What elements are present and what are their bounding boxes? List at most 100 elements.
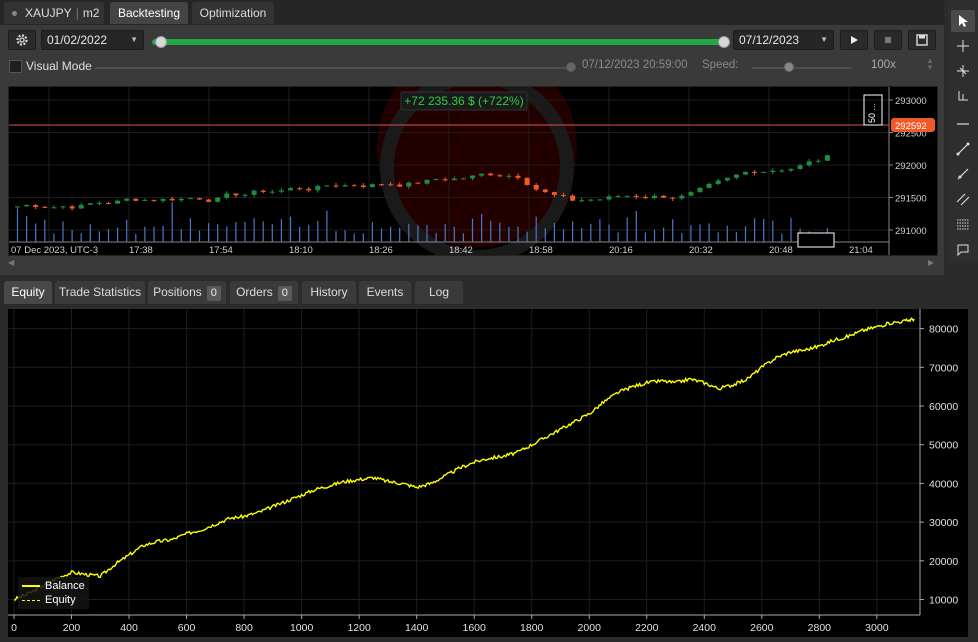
tab-equity[interactable]: Equity: [4, 281, 52, 304]
status-dot-icon: [12, 11, 17, 17]
price-chart-svg: 29300029250029200029150029100029259250 .…: [9, 87, 935, 256]
candle-body: [815, 160, 821, 162]
candle-body: [770, 170, 776, 172]
candle-body: [333, 185, 339, 187]
legend-item-equity: Equity: [22, 593, 85, 607]
candle-body: [142, 199, 148, 201]
channel-icon: [956, 193, 970, 206]
tab-history[interactable]: History: [302, 281, 356, 304]
crosshair-measure-tool[interactable]: [951, 60, 975, 82]
start-date-field[interactable]: 01/02/2022 ▼: [41, 30, 144, 50]
horizontal-line-tool[interactable]: [951, 113, 975, 135]
balance-line: [13, 317, 915, 601]
candle-body: [670, 197, 676, 199]
price-chart[interactable]: 293000 292500 292000 291500 291000 292592 50 .…: [8, 86, 938, 256]
period-slider[interactable]: [152, 39, 724, 45]
symbol-tab[interactable]: XAUJPY | m2: [4, 2, 104, 24]
candle-body: [679, 195, 685, 199]
drawing-toolbar: [948, 0, 978, 262]
candle-body: [87, 203, 93, 205]
scroll-left-icon[interactable]: ◀: [8, 258, 14, 267]
candle-body: [743, 171, 748, 175]
crosshair-tool[interactable]: [951, 35, 975, 57]
profit-label: +72 235.36 $ (+722%): [404, 94, 523, 108]
legend-label: Balance: [45, 580, 85, 592]
channel-tool[interactable]: [951, 188, 975, 210]
speed-spinner-icon[interactable]: ▲ ▼: [926, 57, 934, 72]
horizontal-line-icon: [957, 123, 969, 125]
end-date-field[interactable]: 07/12/2023 ▼: [733, 30, 834, 50]
save-button[interactable]: [908, 30, 936, 50]
candle-body: [588, 199, 594, 201]
start-date-value: 01/02/2022: [47, 33, 108, 47]
chart-horizontal-scrollbar[interactable]: ◀ ▶: [8, 258, 938, 270]
y-tick-label: 40000: [929, 478, 958, 490]
visual-progress-track[interactable]: [95, 67, 571, 69]
candle-body: [497, 175, 503, 177]
candle-body: [415, 182, 421, 184]
symbol-label: XAUJPY: [25, 6, 72, 20]
candle-body: [488, 173, 494, 176]
visual-progress-handle[interactable]: [566, 62, 576, 72]
candle-body: [542, 189, 548, 193]
orders-count-badge: 0: [277, 286, 292, 301]
trend-line-tool[interactable]: [951, 138, 975, 160]
candle-body: [297, 188, 303, 190]
speed-track[interactable]: [752, 67, 852, 69]
candle-body: [779, 170, 785, 172]
candle-body: [206, 199, 212, 202]
tab-optimization[interactable]: Optimization: [192, 2, 274, 24]
visual-mode-label: Visual Mode: [26, 59, 92, 73]
x-tick-label: 400: [120, 622, 138, 634]
floppy-icon: [916, 34, 928, 46]
play-button[interactable]: [840, 30, 868, 50]
x-tick-label: 1000: [290, 622, 314, 634]
time-tick-label: 18:26: [369, 245, 393, 256]
period-start-handle[interactable]: [155, 36, 167, 48]
candle-body: [124, 198, 130, 201]
crosshair-icon: [957, 40, 969, 52]
y-tick-label: 30000: [929, 517, 958, 529]
stop-button[interactable]: [874, 30, 902, 50]
time-tick-label: 17:54: [209, 245, 233, 256]
x-tick-label: 2800: [808, 622, 832, 634]
candle-body: [187, 198, 193, 200]
equity-chart[interactable]: 0 200 400 600 800 1000 1200 1400 1600 1800 2000 220…: [8, 309, 968, 637]
candle-body: [533, 184, 539, 190]
x-tick-label: 1600: [463, 622, 487, 634]
candle-body: [597, 199, 603, 201]
time-tick-label: 18:58: [529, 245, 553, 256]
candle-body: [761, 171, 767, 173]
candle-body: [797, 165, 803, 169]
tab-orders[interactable]: Orders 0: [230, 281, 298, 304]
ray-tool[interactable]: [951, 163, 975, 185]
scroll-right-icon[interactable]: ▶: [928, 258, 934, 267]
candle-body: [169, 198, 175, 201]
tab-log[interactable]: Log: [415, 281, 463, 304]
candle-body: [324, 185, 330, 187]
candle-body: [460, 178, 466, 180]
fibonacci-tool[interactable]: [951, 213, 975, 235]
candle-body: [615, 196, 621, 198]
end-date-value: 07/12/2023: [739, 33, 800, 47]
candle-body: [233, 193, 239, 196]
candle-body: [733, 174, 739, 178]
tab-backtesting[interactable]: Backtesting: [110, 2, 188, 24]
stop-icon: [885, 37, 891, 43]
settings-button[interactable]: [8, 30, 36, 50]
separator: |: [75, 6, 79, 20]
x-tick-label: 200: [63, 622, 81, 634]
visual-mode-checkbox[interactable]: [9, 60, 22, 73]
top-tab-bar: XAUJPY | m2 Backtesting Optimization: [0, 0, 944, 25]
candle-body: [215, 197, 221, 202]
rectangle-tool[interactable]: [951, 238, 975, 260]
ruler-tool[interactable]: [951, 85, 975, 107]
candle-body: [51, 207, 57, 209]
pointer-tool[interactable]: [951, 10, 975, 32]
tab-trade-statistics[interactable]: Trade Statistics: [55, 281, 145, 304]
period-end-handle[interactable]: [718, 36, 730, 48]
tab-positions[interactable]: Positions 0: [148, 281, 226, 304]
tab-events[interactable]: Events: [359, 281, 411, 304]
candle-body: [470, 175, 475, 179]
speed-handle[interactable]: [784, 62, 794, 72]
